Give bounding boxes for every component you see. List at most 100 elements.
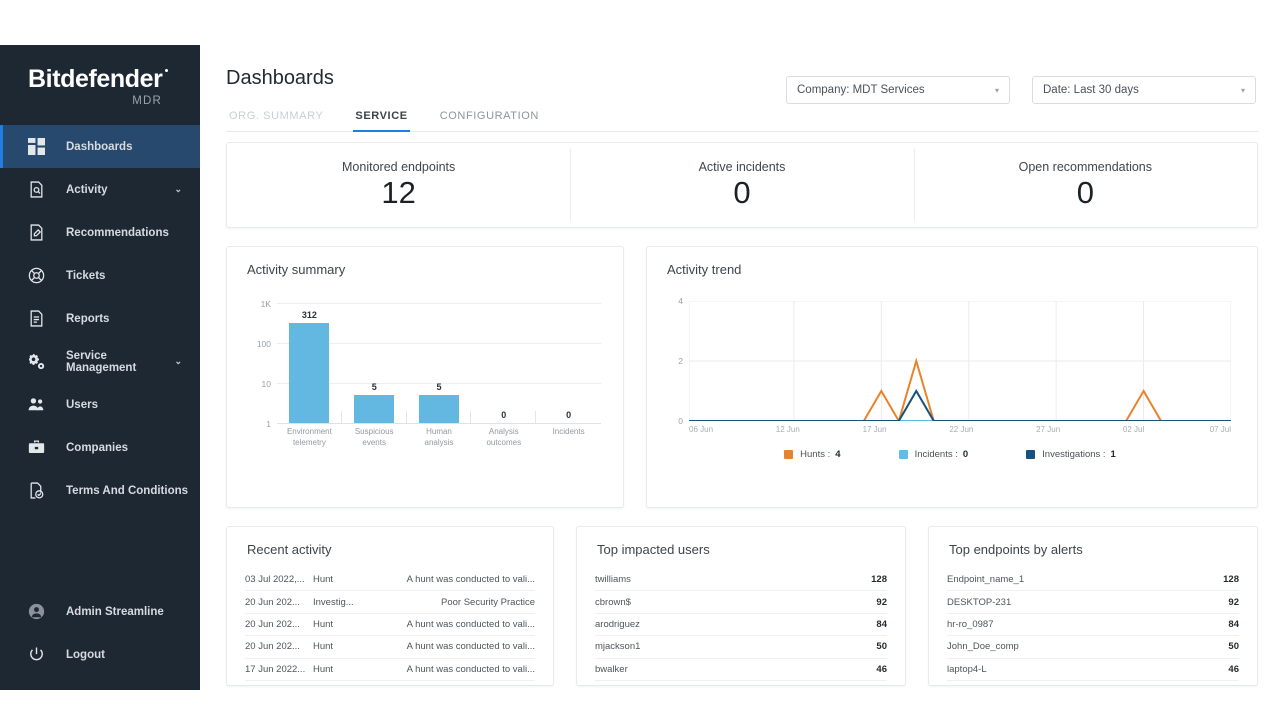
sidebar-item-activity[interactable]: Activity ⌄ xyxy=(0,168,200,211)
line-chart-y-label: 2 xyxy=(661,356,683,366)
sidebar-item-label: Reports xyxy=(66,313,200,325)
line-chart-x-label: 07 Jul xyxy=(1210,425,1231,434)
bar-chart-bar[interactable] xyxy=(419,395,459,423)
document-icon xyxy=(28,310,45,327)
gears-icon xyxy=(28,353,45,370)
line-chart-series-hunts xyxy=(689,361,1231,421)
sidebar-item-label: Users xyxy=(66,399,200,411)
line-chart-x-label: 22 Jun xyxy=(949,425,1036,434)
kpi-active-incidents: Active incidents 0 xyxy=(570,143,913,227)
list-item[interactable]: DESKTOP-23192 xyxy=(947,591,1239,613)
list-item[interactable]: John_Doe_comp50 xyxy=(947,636,1239,658)
bar-chart-category-label: Suspiciousevents xyxy=(342,427,407,449)
bar-chart-column[interactable]: 5 xyxy=(407,303,472,423)
activity-trend-card: Activity trend 06 Jun12 Jun17 Jun22 Jun2… xyxy=(646,246,1258,508)
alert-count: 50 xyxy=(876,641,887,652)
table-row[interactable]: 17 Jun 2022...HuntA hunt was conducted t… xyxy=(245,659,535,681)
sidebar-item-label: Companies xyxy=(66,442,200,454)
user-name: cbrown$ xyxy=(595,597,876,608)
sidebar-item-terms-and-conditions[interactable]: Terms And Conditions xyxy=(0,469,200,512)
list-item[interactable]: hr-ro_098784 xyxy=(947,614,1239,636)
bar-chart-category-labels: EnvironmenttelemetrySuspiciouseventsHuma… xyxy=(277,427,601,449)
sidebar-item-admin-streamline[interactable]: Admin Streamline xyxy=(0,590,200,633)
sidebar-item-users[interactable]: Users xyxy=(0,383,200,426)
bar-chart-column[interactable]: 312 xyxy=(277,303,342,423)
activity-type: Hunt xyxy=(313,664,375,675)
kpi-value: 12 xyxy=(381,176,415,210)
sidebar-item-label: Activity xyxy=(66,184,174,196)
kpi-card-row: Monitored endpoints 12 Active incidents … xyxy=(226,142,1258,228)
bar-chart-bars: 3125500 xyxy=(277,303,601,423)
activity-description: Poor Security Practice xyxy=(375,597,535,608)
line-chart-legend: Hunts : 4 Incidents : 0 Investigations : xyxy=(661,449,1239,460)
tab-service[interactable]: SERVICE xyxy=(353,110,409,131)
sidebar-item-dashboards[interactable]: Dashboards xyxy=(0,125,200,168)
alert-count: 46 xyxy=(1228,664,1239,675)
legend-item-investigations[interactable]: Investigations : 1 xyxy=(1026,449,1116,460)
line-chart-y-label: 0 xyxy=(661,416,683,426)
bar-chart-column[interactable]: 0 xyxy=(536,303,601,423)
list-item[interactable]: cbrown$92 xyxy=(595,591,887,613)
line-chart-x-label: 12 Jun xyxy=(776,425,863,434)
endpoint-name: John_Doe_comp xyxy=(947,641,1228,652)
list-item[interactable]: Endpoint_name_1128 xyxy=(947,569,1239,591)
user-name: twilliams xyxy=(595,574,871,585)
endpoint-name: laptop4-L xyxy=(947,664,1228,675)
alert-count: 84 xyxy=(876,619,887,630)
sidebar-item-service-management[interactable]: Service Management ⌄ xyxy=(0,340,200,383)
sidebar-item-label: Dashboards xyxy=(66,141,200,153)
legend-count: 0 xyxy=(963,449,968,460)
sidebar-item-tickets[interactable]: Tickets xyxy=(0,254,200,297)
sidebar-item-companies[interactable]: Companies xyxy=(0,426,200,469)
document-search-icon xyxy=(28,181,45,198)
list-item[interactable]: arodriguez84 xyxy=(595,614,887,636)
list-item[interactable]: mjackson150 xyxy=(595,636,887,658)
table-row[interactable]: 20 Jun 202...Investig...Poor Security Pr… xyxy=(245,591,535,613)
sidebar-item-reports[interactable]: Reports xyxy=(0,297,200,340)
list-item[interactable]: twilliams128 xyxy=(595,569,887,591)
activity-date: 20 Jun 202... xyxy=(245,619,313,630)
legend-label: Incidents : xyxy=(915,449,958,460)
activity-summary-title: Activity summary xyxy=(227,247,623,277)
power-icon xyxy=(28,646,45,663)
table-row[interactable]: 20 Jun 202...HuntA hunt was conducted to… xyxy=(245,636,535,658)
company-filter-value: Company: MDT Services xyxy=(797,84,925,96)
activity-type: Investig... xyxy=(313,597,375,608)
date-filter-select[interactable]: Date: Last 30 days ▾ xyxy=(1032,76,1256,104)
bar-chart-category-label: Incidents xyxy=(536,427,601,449)
line-chart-svg xyxy=(689,301,1231,421)
sidebar-nav: Dashboards Activity ⌄ Recommendations Ti… xyxy=(0,125,200,512)
bar-chart-value-label: 5 xyxy=(342,382,407,392)
kpi-label: Open recommendations xyxy=(1019,160,1152,174)
top-endpoints-title: Top endpoints by alerts xyxy=(929,527,1257,557)
bar-chart-column[interactable]: 5 xyxy=(342,303,407,423)
user-name: arodriguez xyxy=(595,619,876,630)
kpi-monitored-endpoints: Monitored endpoints 12 xyxy=(227,143,570,227)
tab-org-summary[interactable]: ORG. SUMMARY xyxy=(227,110,325,131)
activity-date: 20 Jun 202... xyxy=(245,641,313,652)
chevron-down-icon: ▾ xyxy=(995,86,999,95)
activity-description: A hunt was conducted to vali... xyxy=(375,664,535,675)
bar-chart-bar[interactable] xyxy=(354,395,394,423)
bar-chart-bar[interactable] xyxy=(289,323,329,423)
company-filter-select[interactable]: Company: MDT Services ▾ xyxy=(786,76,1010,104)
legend-item-hunts[interactable]: Hunts : 4 xyxy=(784,449,840,460)
list-item[interactable]: bwalker46 xyxy=(595,659,887,681)
legend-item-incidents[interactable]: Incidents : 0 xyxy=(899,449,969,460)
list-item[interactable]: laptop4-L46 xyxy=(947,659,1239,681)
tab-configuration[interactable]: CONFIGURATION xyxy=(438,110,541,131)
activity-date: 03 Jul 2022,... xyxy=(245,574,313,585)
bar-chart-column[interactable]: 0 xyxy=(471,303,536,423)
table-row[interactable]: 03 Jul 2022,...HuntA hunt was conducted … xyxy=(245,569,535,591)
user-name: bwalker xyxy=(595,664,876,675)
sidebar-item-logout[interactable]: Logout xyxy=(0,633,200,676)
sidebar-item-recommendations[interactable]: Recommendations xyxy=(0,211,200,254)
chevron-down-icon: ⌄ xyxy=(174,184,182,195)
table-row[interactable]: 20 Jun 202...HuntA hunt was conducted to… xyxy=(245,614,535,636)
top-users-card: Top impacted users twilliams128cbrown$92… xyxy=(576,526,906,686)
brand-block: Bitdefender MDR xyxy=(0,45,200,121)
briefcase-icon xyxy=(28,439,45,456)
date-filter-value: Date: Last 30 days xyxy=(1043,84,1139,96)
bar-chart-category-label: Humananalysis xyxy=(407,427,472,449)
line-chart-x-labels: 06 Jun12 Jun17 Jun22 Jun27 Jun02 Jul07 J… xyxy=(689,425,1231,434)
